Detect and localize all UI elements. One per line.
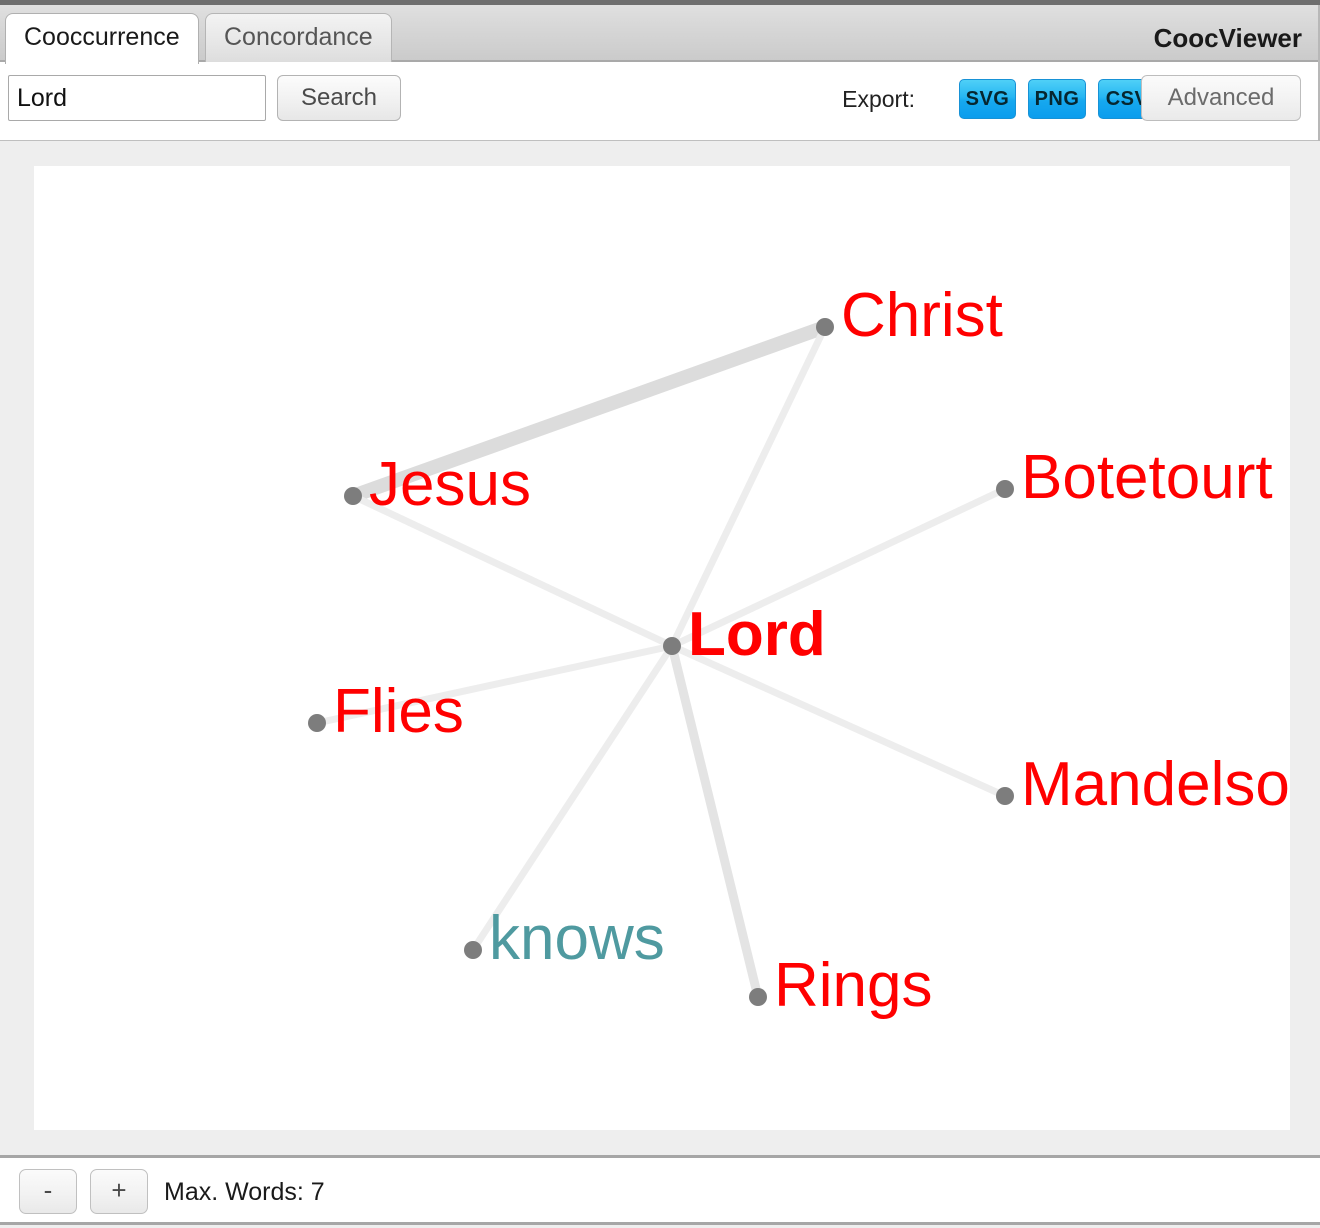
graph-svg — [34, 166, 1290, 1130]
cooccurrence-graph-canvas[interactable]: Christ Jesus Botetourt Lord Flies Mandelson kn… — [34, 166, 1290, 1130]
graph-node-label-botetourt[interactable]: Botetourt — [1021, 447, 1273, 509]
graph-edges — [317, 327, 1005, 997]
graph-node-label-mandelson[interactable]: Mandelson — [1021, 754, 1290, 816]
export-png-button[interactable]: PNG — [1028, 79, 1086, 119]
graph-node-dot[interactable] — [996, 480, 1014, 498]
export-label: Export: — [842, 86, 915, 113]
graph-node-label-flies[interactable]: Flies — [333, 681, 464, 743]
advanced-button[interactable]: Advanced — [1141, 75, 1301, 121]
footer-bar: - + Max. Words: 7 — [0, 1158, 1320, 1225]
search-input[interactable] — [8, 75, 266, 121]
graph-node-dot[interactable] — [816, 318, 834, 336]
graph-node-label-jesus[interactable]: Jesus — [369, 454, 531, 516]
graph-node-dot[interactable] — [308, 714, 326, 732]
cooc-viewer-window: Cooccurrence Concordance CoocViewer Sear… — [0, 0, 1320, 1228]
graph-node-label-knows[interactable]: knows — [489, 908, 665, 970]
graph-edge — [672, 646, 758, 997]
graph-node-label-lord[interactable]: Lord — [688, 604, 826, 666]
graph-node-label-christ[interactable]: Christ — [841, 285, 1003, 347]
window-chrome: Cooccurrence Concordance CoocViewer Sear… — [0, 0, 1320, 141]
graph-node-dot[interactable] — [464, 941, 482, 959]
graph-node-dot[interactable] — [663, 637, 681, 655]
graph-area: Christ Jesus Botetourt Lord Flies Mandelson kn… — [0, 141, 1320, 1158]
graph-node-dot[interactable] — [344, 487, 362, 505]
increase-max-words-button[interactable]: + — [90, 1169, 148, 1214]
search-button[interactable]: Search — [277, 75, 401, 121]
tab-cooccurrence[interactable]: Cooccurrence — [5, 13, 199, 64]
decrease-max-words-button[interactable]: - — [19, 1169, 77, 1214]
graph-node-dot[interactable] — [996, 787, 1014, 805]
export-svg-button[interactable]: SVG — [959, 79, 1016, 119]
app-title: CoocViewer — [1154, 23, 1302, 54]
tab-concordance[interactable]: Concordance — [205, 13, 392, 64]
graph-node-label-rings[interactable]: Rings — [774, 955, 933, 1017]
graph-node-dot[interactable] — [749, 988, 767, 1006]
tab-bar: Cooccurrence Concordance CoocViewer — [0, 5, 1320, 62]
search-toolbar: Search Export: SVG PNG CSV Advanced — [0, 62, 1320, 141]
max-words-label: Max. Words: 7 — [164, 1178, 325, 1207]
